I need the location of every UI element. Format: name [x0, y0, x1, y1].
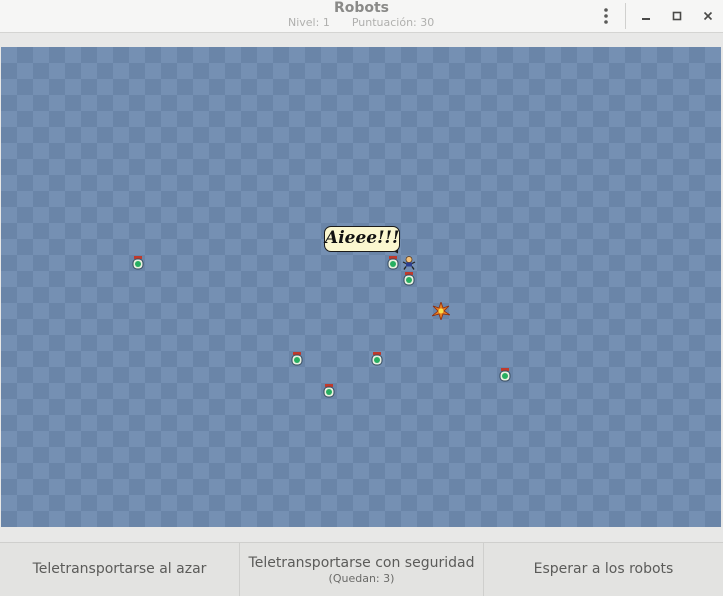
wait-button[interactable]: Esperar a los robots — [484, 543, 723, 596]
score-label: Puntuación: 30 — [351, 16, 435, 29]
safe-teleport-label: Teletransportarse con seguridad — [248, 554, 475, 571]
maximize-icon — [672, 11, 682, 21]
robot-icon — [499, 368, 511, 382]
speech-bubble: Aieee!!! — [324, 226, 400, 252]
random-teleport-button[interactable]: Teletransportarse al azar — [0, 543, 240, 596]
menu-button[interactable] — [594, 4, 618, 28]
robot-icon — [387, 256, 399, 270]
robot-icon — [291, 352, 303, 366]
level-label: Nivel: 1 — [288, 16, 330, 29]
robot-icon — [403, 272, 415, 286]
safe-teleport-button[interactable]: Teletransportarse con seguridad (Quedan:… — [240, 543, 484, 596]
action-bar: Teletransportarse al azar Teletransporta… — [0, 542, 723, 596]
robot-icon — [323, 384, 335, 398]
wait-label: Esperar a los robots — [533, 561, 674, 577]
robot-icon — [371, 352, 383, 366]
minimize-button[interactable] — [634, 4, 658, 28]
safe-teleport-remaining: (Quedan: 3) — [328, 571, 395, 585]
close-icon — [703, 11, 713, 21]
player-icon — [402, 256, 416, 270]
header-separator — [625, 3, 626, 29]
kebab-menu-icon — [604, 8, 608, 24]
close-button[interactable] — [696, 4, 720, 28]
game-board[interactable] — [1, 47, 721, 527]
maximize-button[interactable] — [665, 4, 689, 28]
debris-icon — [432, 302, 450, 320]
window-subtitle: Nivel: 1 Puntuación: 30 — [288, 16, 434, 29]
minimize-icon — [642, 18, 650, 20]
header-bar: Robots Nivel: 1 Puntuación: 30 — [0, 0, 723, 33]
random-teleport-label: Teletransportarse al azar — [32, 561, 207, 577]
robot-icon — [132, 256, 144, 270]
